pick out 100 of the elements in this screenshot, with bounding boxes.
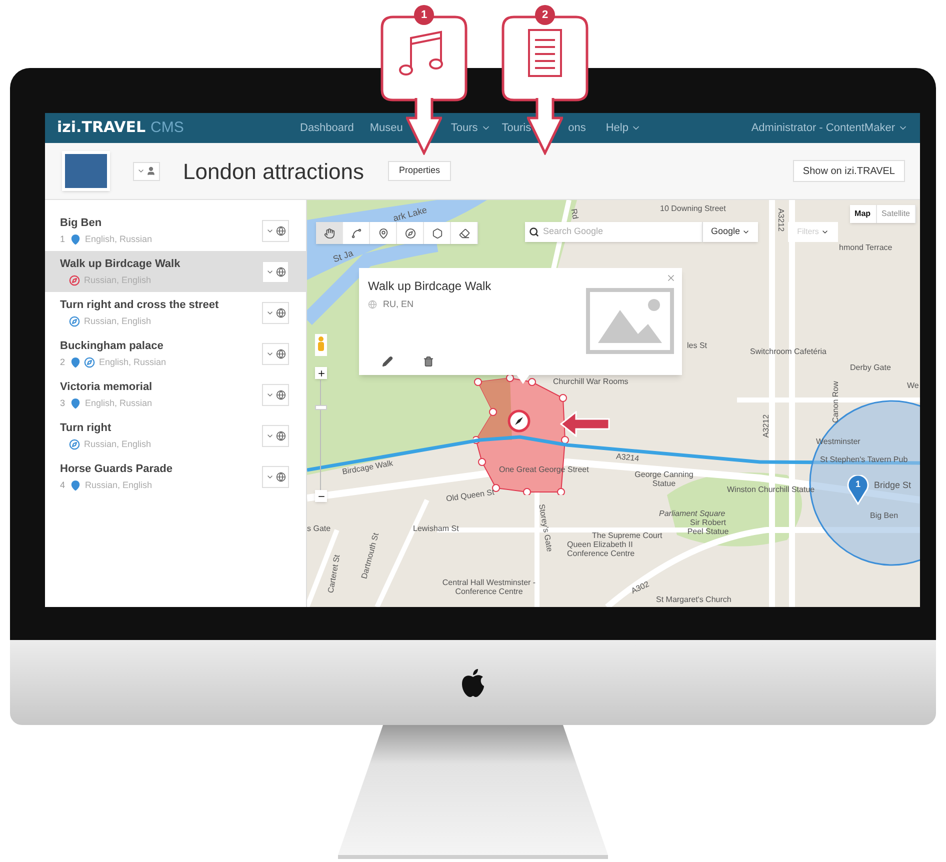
- pegman-icon: [315, 334, 327, 356]
- zoom-in-button[interactable]: [315, 367, 327, 379]
- map-label: A3212: [760, 414, 772, 438]
- caret-icon: [820, 228, 829, 236]
- map-label: St Stephen's Tavern Pub: [820, 454, 908, 466]
- popup-languages: RU, EN: [383, 298, 414, 311]
- stop-number: 3: [60, 397, 66, 410]
- map-label: Rd: [568, 208, 581, 220]
- map-pin-icon: [70, 357, 82, 368]
- map-pin-icon: [70, 480, 82, 492]
- map-label: A3214: [615, 450, 640, 466]
- search-field[interactable]: Search Google: [543, 225, 693, 239]
- language-dropdown[interactable]: [262, 260, 289, 282]
- stop-title: Walk up Birdcage Walk: [60, 256, 180, 272]
- map-label: ark Lake: [392, 204, 429, 226]
- map-label: Storey's Gate: [536, 503, 556, 553]
- step-number: 2: [540, 9, 550, 21]
- nav-link[interactable]: Touris: [502, 120, 532, 136]
- close-button[interactable]: [666, 273, 676, 283]
- zoom-slider-handle[interactable]: [315, 405, 327, 410]
- map-tool-button[interactable]: [316, 222, 343, 244]
- map-label: St Margaret's Church: [656, 594, 732, 606]
- map-label: The Supreme Court: [592, 530, 662, 541]
- stop-languages: Russian, English: [84, 438, 152, 451]
- show-on-site-button[interactable]: Show on izi.TRAVEL: [792, 160, 905, 182]
- map-label: Parliament Square: [659, 508, 726, 519]
- user-menu[interactable]: Administrator - ContentMaker: [751, 120, 908, 136]
- close-icon: [666, 273, 676, 283]
- language-dropdown[interactable]: [262, 302, 289, 324]
- map-tool-button[interactable]: [424, 222, 451, 244]
- map-pin-icon: [847, 475, 869, 505]
- hand-icon: [324, 228, 334, 238]
- stop-languages: Russian, English: [85, 479, 152, 492]
- stop-languages: English, Russian: [99, 356, 166, 369]
- map-label: Old Queen St: [445, 486, 496, 506]
- language-dropdown[interactable]: [262, 220, 289, 242]
- stop-number: 4: [60, 479, 66, 492]
- stop-languages: English, Russian: [85, 397, 152, 410]
- globe-icon: [276, 472, 286, 482]
- delete-icon[interactable]: [423, 356, 434, 367]
- map-label: Lewisham St: [413, 523, 459, 535]
- edit-icon[interactable]: [382, 356, 393, 367]
- map-label: Central Hall Westminster - Conference Centre: [441, 578, 537, 596]
- map-label: Big Ben: [870, 510, 898, 522]
- image-placeholder-icon: [586, 288, 674, 354]
- zoom-out-button[interactable]: [315, 490, 327, 502]
- map-label: A3212: [776, 208, 787, 232]
- stop-languages: Russian, English: [84, 315, 152, 328]
- user-icon: [146, 166, 156, 176]
- plus-icon: [316, 368, 326, 378]
- left-arrow-icon: [560, 411, 610, 437]
- nav-link[interactable]: Help: [606, 120, 642, 136]
- nav-link[interactable]: Dashboard: [300, 120, 354, 136]
- map-label: Queen Elizabeth II Conference Centre: [567, 540, 636, 558]
- map-tool-button[interactable]: [397, 222, 424, 244]
- step-number: 1: [420, 9, 428, 21]
- stop-title: Buckingham palace: [60, 338, 164, 354]
- owner-dropdown[interactable]: [133, 162, 160, 180]
- stop-title: Turn right and cross the street: [60, 298, 219, 312]
- nav-link[interactable]: ons: [568, 120, 586, 136]
- language-dropdown[interactable]: [262, 384, 289, 406]
- pin-icon: [378, 228, 388, 238]
- map-label: Birdcage Walk: [341, 458, 394, 478]
- globe-icon: [276, 308, 286, 318]
- language-dropdown[interactable]: [262, 424, 289, 446]
- brand-logo[interactable]: izi.TRAVEL: [57, 116, 146, 139]
- popup-title: Walk up Birdcage Walk: [368, 278, 492, 295]
- stop-title: Victoria memorial: [60, 380, 152, 394]
- map-label: les St: [687, 340, 708, 352]
- product-name: CMS: [150, 118, 184, 138]
- marker-number: 1: [854, 478, 862, 491]
- language-dropdown[interactable]: [262, 342, 289, 364]
- stop-title: Big Ben: [60, 216, 103, 230]
- map-label: Sir Robert Peel Statue: [686, 518, 730, 536]
- map-tool-button[interactable]: [343, 222, 370, 244]
- search-box[interactable]: Search Google: [525, 222, 702, 242]
- logo-icon: [460, 668, 486, 698]
- polygon-icon: [432, 228, 442, 238]
- map-label: Derby Gate: [850, 362, 891, 374]
- compass-marker-icon: [507, 409, 531, 433]
- map-type-tab[interactable]: Map: [850, 205, 877, 223]
- nav-link[interactable]: Tours: [450, 120, 491, 136]
- map-label: Carteret St: [325, 554, 343, 594]
- nav-link[interactable]: Museu: [370, 120, 403, 136]
- map-label: s Gate: [307, 523, 331, 535]
- globe-icon: [276, 266, 286, 276]
- map-pin-icon: [70, 398, 82, 410]
- map-label: 10 Downing Street: [660, 203, 726, 215]
- map-tool-button[interactable]: [451, 222, 478, 244]
- globe-icon: [276, 348, 286, 358]
- map-label: Churchill War Rooms: [553, 376, 628, 388]
- map-label: Switchroom Cafetéria: [750, 346, 826, 358]
- map-tool-button[interactable]: [370, 222, 397, 244]
- eraser-icon: [458, 228, 470, 238]
- globe-icon: [276, 226, 286, 236]
- map-type-tab[interactable]: Satellite: [876, 205, 916, 223]
- map-label: A302: [629, 578, 652, 598]
- language-dropdown[interactable]: [262, 466, 289, 488]
- properties-button[interactable]: Properties: [388, 161, 452, 181]
- search-engine-dropdown[interactable]: Google: [702, 222, 758, 242]
